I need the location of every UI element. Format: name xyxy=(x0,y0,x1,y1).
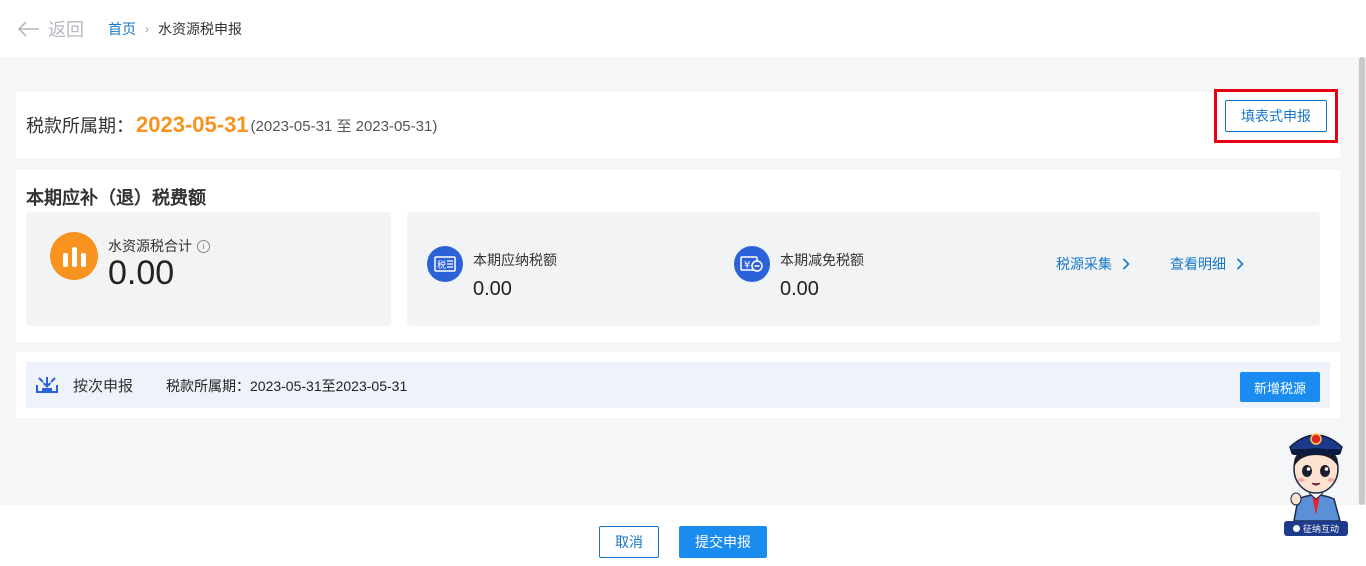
breadcrumb-separator: › xyxy=(145,21,149,36)
breadcrumb-home[interactable]: 首页 xyxy=(108,19,136,39)
period-range: (2023-05-31 至 2023-05-31) xyxy=(250,117,438,135)
bar-chart-icon xyxy=(50,232,98,280)
officer-avatar-icon xyxy=(1289,433,1343,522)
add-tax-source-button[interactable]: 新增税源 xyxy=(1240,372,1320,402)
total-label: 水资源税合计 i xyxy=(108,236,210,256)
amount-title: 本期应补（退）税费额 xyxy=(26,188,206,208)
yen-minus-icon: ¥ xyxy=(734,246,770,282)
yen-icon-glyph: ¥ xyxy=(744,260,750,271)
tax-period-card: 税款所属期： 2023-05-31 (2023-05-31 至 2023-05-… xyxy=(16,89,1340,158)
assistant-badge-label: 征纳互动 xyxy=(1302,524,1339,534)
amount-card: 本期应补（退）税费额 水资源税合计 i 0.00 税 本期应纳税额 0.00 ¥… xyxy=(16,170,1340,342)
declaration-bar: 按次申报 税款所属期：2023-05-31至2023-05-31 新增税源 xyxy=(26,362,1330,408)
back-label: 返回 xyxy=(48,19,84,40)
view-details-link[interactable]: 查看明细 xyxy=(1170,254,1244,274)
footer-bar: 取消 提交申报 xyxy=(0,505,1366,566)
declaration-title: 按次申报 xyxy=(73,378,134,395)
period-date: 2023-05-31 xyxy=(136,112,249,137)
tax-document-icon: 税 xyxy=(427,246,463,282)
reduction-label: 本期减免税额 xyxy=(780,252,864,268)
declaration-period: 税款所属期：2023-05-31至2023-05-31 xyxy=(166,378,408,394)
payable-value: 0.00 xyxy=(473,278,512,300)
assistant-widget[interactable]: 征纳互动 xyxy=(1282,425,1350,537)
form-declaration-button[interactable]: 填表式申报 xyxy=(1225,100,1327,132)
back-button[interactable]: 返回 xyxy=(18,16,84,42)
tax-icon-glyph: 税 xyxy=(437,259,446,271)
breadcrumb: 首页 › 水资源税申报 xyxy=(108,19,242,39)
top-bar: 返回 首页 › 水资源税申报 xyxy=(0,0,1366,57)
reduction-value: 0.00 xyxy=(780,278,819,300)
detail-box: 税 本期应纳税额 0.00 ¥ 本期减免税额 0.00 税源采集 查看明细 xyxy=(407,212,1320,326)
info-icon[interactable]: i xyxy=(197,239,210,253)
assistant-badge[interactable]: 征纳互动 xyxy=(1284,521,1348,536)
download-declare-icon xyxy=(36,377,58,393)
highlight-box: 填表式申报 xyxy=(1214,89,1338,143)
total-value: 0.00 xyxy=(108,254,175,292)
scrollbar[interactable] xyxy=(1358,57,1366,505)
chevron-right-icon xyxy=(1236,258,1244,270)
payable-label: 本期应纳税额 xyxy=(473,252,557,268)
breadcrumb-current: 水资源税申报 xyxy=(158,20,242,37)
tax-source-collect-link[interactable]: 税源采集 xyxy=(1056,254,1130,274)
chevron-right-icon xyxy=(1122,258,1130,270)
tax-source-collect-label: 税源采集 xyxy=(1056,256,1112,272)
submit-declaration-button[interactable]: 提交申报 xyxy=(679,526,767,558)
cancel-button[interactable]: 取消 xyxy=(599,526,659,558)
arrow-left-icon xyxy=(18,20,39,37)
declaration-card: 按次申报 税款所属期：2023-05-31至2023-05-31 新增税源 xyxy=(16,352,1340,418)
period-label: 税款所属期： xyxy=(26,116,134,136)
headset-icon xyxy=(1292,525,1300,532)
total-label-text: 水资源税合计 xyxy=(108,238,192,254)
scrollbar-thumb[interactable] xyxy=(1359,57,1365,505)
view-details-label: 查看明细 xyxy=(1170,256,1226,272)
total-box: 水资源税合计 i 0.00 xyxy=(26,212,391,326)
